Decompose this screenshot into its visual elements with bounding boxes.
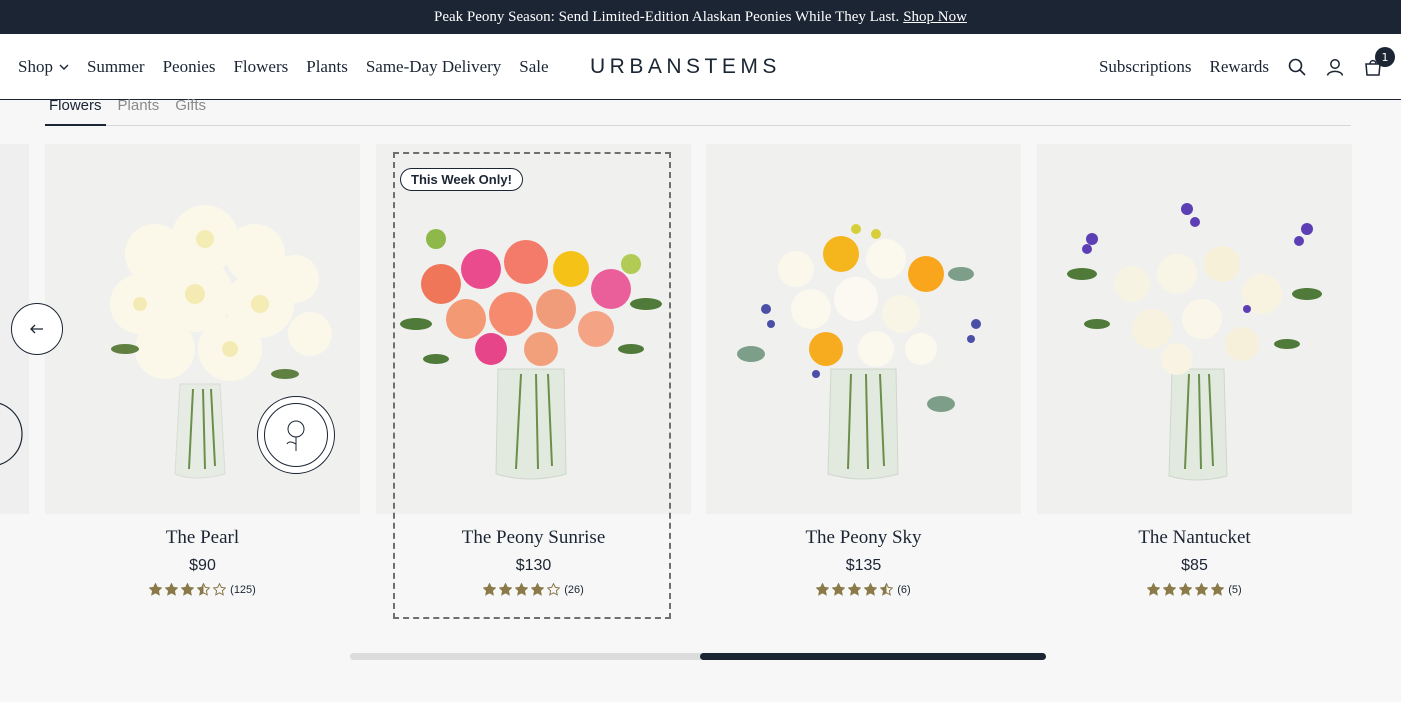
star-icon [848,583,862,596]
product-card[interactable]: This Week Only! The Peony Sunrise $130 (… [376,144,691,604]
product-rating: (125) [45,583,360,596]
star-icon [832,583,846,596]
nav-plants[interactable]: Plants [306,57,348,77]
tab-flowers[interactable]: Flowers [45,98,106,126]
product-image[interactable] [706,144,1021,514]
product-rating: (5) [1037,583,1352,596]
search-icon[interactable] [1287,57,1307,77]
nav-shop[interactable]: Shop [18,57,69,77]
product-image[interactable] [1037,144,1352,514]
star-rating [483,583,561,596]
star-icon [1211,583,1225,596]
star-icon [547,583,561,596]
announcement-text: Peak Peony Season: Send Limited-Edition … [434,8,900,25]
peony-sunrise-bouquet-image [376,144,691,514]
product-price: $130 [515,557,552,574]
announcement-bar: Peak Peony Season: Send Limited-Edition … [0,0,1401,34]
review-count: (5) [1228,583,1242,596]
site-header: Shop Summer Peonies Flowers Plants Same-… [0,34,1401,100]
product-price: $85 [1181,557,1208,574]
nav-rewards[interactable]: Rewards [1210,57,1269,77]
star-rating [149,583,227,596]
tab-plants[interactable]: Plants [114,98,164,126]
category-tabs: Flowers Plants Gifts [45,98,1351,126]
star-icon [213,583,227,596]
star-icon [864,583,878,596]
review-count: (26) [564,583,584,596]
star-icon [483,583,497,596]
star-icon [149,583,163,596]
bud-icon [286,420,305,451]
nav-shop-label: Shop [18,57,53,76]
nav-sale[interactable]: Sale [519,57,548,77]
limited-badge: This Week Only! [400,168,523,191]
star-icon [181,583,195,596]
star-icon [816,583,830,596]
cart-icon[interactable]: 1 [1363,47,1395,77]
arrives-in-bud-stamp [257,396,335,474]
review-count: (125) [230,583,256,596]
review-count: (6) [897,583,911,596]
star-icon [1195,583,1209,596]
star-icon [1179,583,1193,596]
product-card[interactable]: The Peony Sky $135 (6) [706,144,1021,604]
cart-count-badge: 1 [1375,47,1395,67]
arrow-left-icon [30,324,43,334]
star-icon [197,583,211,596]
product-name[interactable]: The Nantucket [1037,527,1352,549]
star-icon [531,583,545,596]
site-logo[interactable]: URBANSTEMS [590,34,781,100]
nav-same-day-delivery[interactable]: Same-Day Delivery [366,57,501,77]
product-price: $135 [845,557,882,574]
main-nav: Shop Summer Peonies Flowers Plants Same-… [18,34,549,100]
star-icon [880,583,894,596]
carousel-prev-button[interactable] [11,303,63,355]
product-card[interactable]: The Nantucket $85 (5) [1037,144,1352,604]
nav-summer[interactable]: Summer [87,57,145,77]
product-image[interactable] [45,144,360,514]
star-icon [515,583,529,596]
carousel-scroll-thumb[interactable] [700,653,1046,660]
star-icon [499,583,513,596]
shop-now-link[interactable]: Shop Now [903,9,967,26]
product-name[interactable]: The Pearl [45,527,360,549]
product-rating: (6) [706,583,1021,596]
product-name[interactable]: The Peony Sky [706,527,1021,549]
peony-sky-bouquet-image [706,144,1021,514]
product-image[interactable]: This Week Only! [376,144,691,514]
star-icon [1163,583,1177,596]
nantucket-bouquet-image [1037,144,1352,514]
star-icon [165,583,179,596]
utility-nav: Subscriptions Rewards 1 [1099,34,1395,100]
star-rating [816,583,894,596]
product-price: $90 [189,557,216,574]
product-rating: (26) [376,583,691,596]
account-icon[interactable] [1325,57,1345,77]
nav-flowers[interactable]: Flowers [233,57,288,77]
tab-gifts[interactable]: Gifts [171,98,210,126]
carousel-scrollbar[interactable] [350,653,1046,660]
chevron-down-icon [59,64,69,70]
nav-subscriptions[interactable]: Subscriptions [1099,57,1192,77]
nav-peonies[interactable]: Peonies [163,57,216,77]
star-rating [1147,583,1225,596]
product-card[interactable]: The Pearl $90 (125) [45,144,360,604]
product-name[interactable]: The Peony Sunrise [376,527,691,549]
star-icon [1147,583,1161,596]
